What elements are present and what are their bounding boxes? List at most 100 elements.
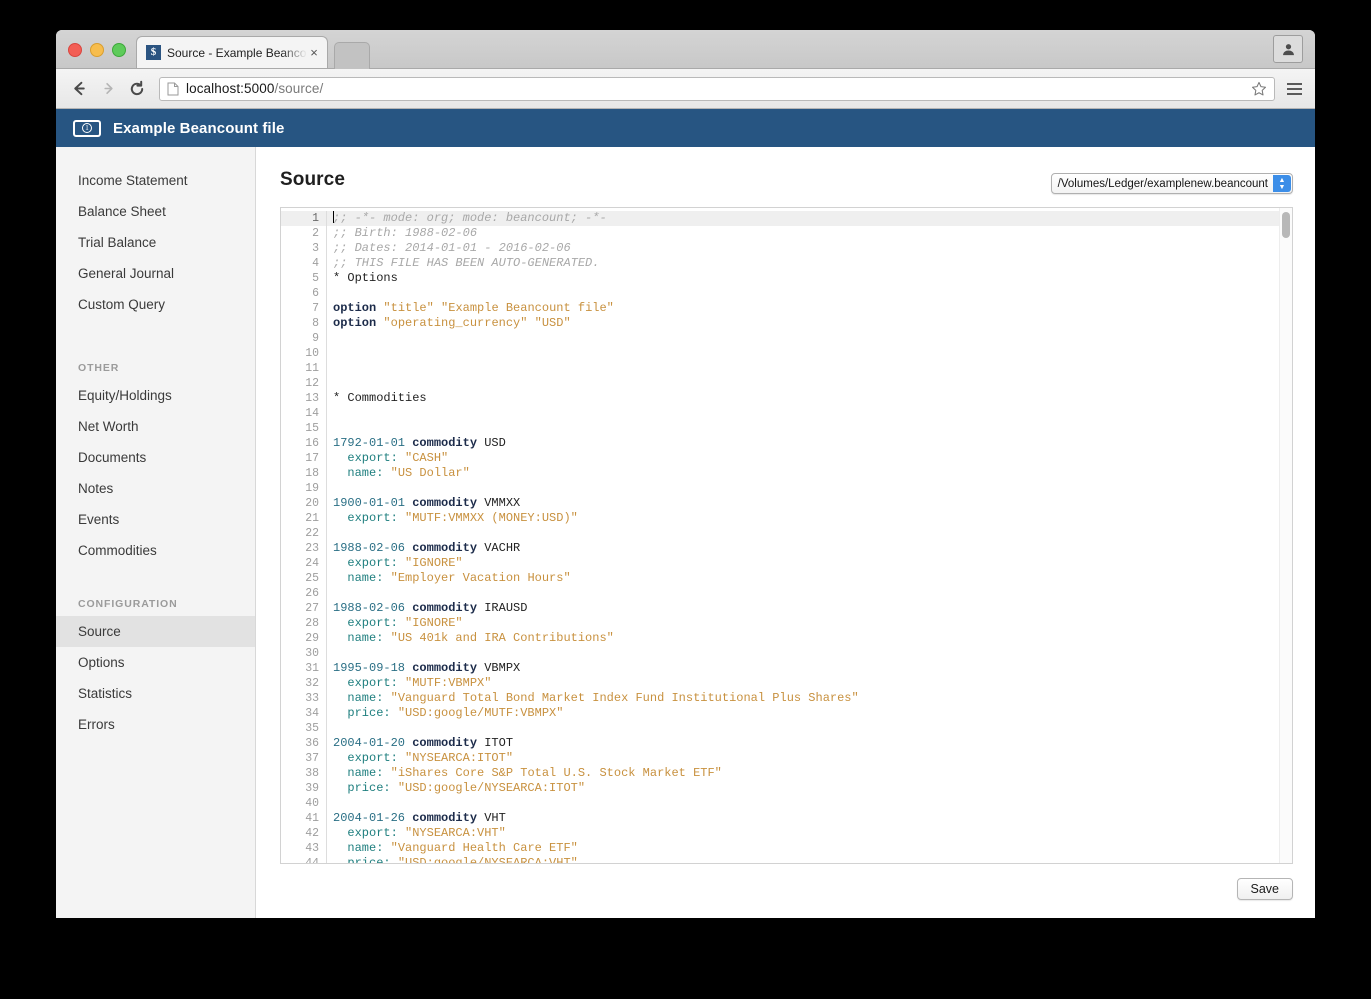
close-icon[interactable]: × bbox=[307, 45, 321, 60]
code-line[interactable]: 26 bbox=[281, 586, 1292, 601]
code-line-text[interactable]: option "operating_currency" "USD" bbox=[327, 316, 1292, 331]
browser-tab[interactable]: $ Source - Example Beancou × bbox=[136, 36, 328, 68]
code-line-text[interactable] bbox=[327, 376, 1292, 391]
code-line[interactable]: 362004-01-20 commodity ITOT bbox=[281, 736, 1292, 751]
code-line-text[interactable]: export: "CASH" bbox=[327, 451, 1292, 466]
code-line[interactable]: 201900-01-01 commodity VMMXX bbox=[281, 496, 1292, 511]
code-line[interactable]: 5* Options bbox=[281, 271, 1292, 286]
chevron-updown-icon[interactable]: ▲ ▼ bbox=[1273, 175, 1291, 192]
code-line-text[interactable] bbox=[327, 406, 1292, 421]
code-line-text[interactable]: price: "USD:google/MUTF:VBMPX" bbox=[327, 706, 1292, 721]
reload-icon[interactable] bbox=[124, 76, 150, 102]
code-line[interactable]: 4;; THIS FILE HAS BEEN AUTO-GENERATED. bbox=[281, 256, 1292, 271]
sidebar-item-options[interactable]: Options bbox=[56, 647, 255, 678]
code-line[interactable]: 43 name: "Vanguard Health Care ETF" bbox=[281, 841, 1292, 856]
code-line[interactable]: 25 name: "Employer Vacation Hours" bbox=[281, 571, 1292, 586]
code-line-text[interactable]: 1995-09-18 commodity VBMPX bbox=[327, 661, 1292, 676]
new-tab-button[interactable] bbox=[334, 42, 370, 69]
code-line[interactable]: 13* Commodities bbox=[281, 391, 1292, 406]
code-line[interactable]: 42 export: "NYSEARCA:VHT" bbox=[281, 826, 1292, 841]
code-line-text[interactable]: export: "MUTF:VMMXX (MONEY:USD)" bbox=[327, 511, 1292, 526]
code-line[interactable]: 1;; -*- mode: org; mode: beancount; -*- bbox=[281, 211, 1292, 226]
code-line-text[interactable]: export: "IGNORE" bbox=[327, 556, 1292, 571]
profile-icon[interactable] bbox=[1273, 35, 1303, 63]
code-line[interactable]: 18 name: "US Dollar" bbox=[281, 466, 1292, 481]
code-line-text[interactable] bbox=[327, 721, 1292, 736]
code-line-text[interactable]: export: "NYSEARCA:VHT" bbox=[327, 826, 1292, 841]
code-line[interactable]: 30 bbox=[281, 646, 1292, 661]
sidebar-item-custom-query[interactable]: Custom Query bbox=[56, 289, 255, 320]
code-line-text[interactable]: name: "Vanguard Total Bond Market Index … bbox=[327, 691, 1292, 706]
save-button[interactable]: Save bbox=[1237, 878, 1294, 900]
code-line-text[interactable]: option "title" "Example Beancount file" bbox=[327, 301, 1292, 316]
source-code-editor[interactable]: 1;; -*- mode: org; mode: beancount; -*- 2… bbox=[280, 207, 1293, 864]
code-line-text[interactable]: 1988-02-06 commodity VACHR bbox=[327, 541, 1292, 556]
code-line-text[interactable]: ;; -*- mode: org; mode: beancount; -*- bbox=[327, 211, 1292, 226]
code-line-text[interactable]: 1988-02-06 commodity IRAUSD bbox=[327, 601, 1292, 616]
code-line[interactable]: 271988-02-06 commodity IRAUSD bbox=[281, 601, 1292, 616]
sidebar-item-source[interactable]: Source bbox=[56, 616, 255, 647]
maximize-window-button[interactable] bbox=[112, 43, 126, 57]
code-line-text[interactable]: ;; THIS FILE HAS BEEN AUTO-GENERATED. bbox=[327, 256, 1292, 271]
code-line[interactable]: 35 bbox=[281, 721, 1292, 736]
code-line-text[interactable] bbox=[327, 346, 1292, 361]
sidebar-item-events[interactable]: Events bbox=[56, 504, 255, 535]
code-line[interactable]: 412004-01-26 commodity VHT bbox=[281, 811, 1292, 826]
code-line-text[interactable] bbox=[327, 361, 1292, 376]
code-line[interactable]: 44 price: "USD:google/NYSEARCA:VHT" bbox=[281, 856, 1292, 863]
minimize-window-button[interactable] bbox=[90, 43, 104, 57]
code-line[interactable]: 14 bbox=[281, 406, 1292, 421]
code-line-text[interactable]: * Options bbox=[327, 271, 1292, 286]
code-line-text[interactable]: price: "USD:google/NYSEARCA:ITOT" bbox=[327, 781, 1292, 796]
sidebar-item-documents[interactable]: Documents bbox=[56, 442, 255, 473]
code-line-text[interactable] bbox=[327, 646, 1292, 661]
code-line[interactable]: 37 export: "NYSEARCA:ITOT" bbox=[281, 751, 1292, 766]
code-line-text[interactable]: name: "iShares Core S&P Total U.S. Stock… bbox=[327, 766, 1292, 781]
code-line-text[interactable]: 1900-01-01 commodity VMMXX bbox=[327, 496, 1292, 511]
code-line[interactable]: 7option "title" "Example Beancount file" bbox=[281, 301, 1292, 316]
code-line[interactable]: 29 name: "US 401k and IRA Contributions" bbox=[281, 631, 1292, 646]
code-line-text[interactable]: export: "IGNORE" bbox=[327, 616, 1292, 631]
code-line-text[interactable]: name: "US 401k and IRA Contributions" bbox=[327, 631, 1292, 646]
code-line[interactable]: 40 bbox=[281, 796, 1292, 811]
code-line[interactable]: 32 export: "MUTF:VBMPX" bbox=[281, 676, 1292, 691]
star-icon[interactable] bbox=[1248, 81, 1270, 97]
code-line-text[interactable] bbox=[327, 331, 1292, 346]
code-line-text[interactable]: name: "Vanguard Health Care ETF" bbox=[327, 841, 1292, 856]
code-line[interactable]: 38 name: "iShares Core S&P Total U.S. St… bbox=[281, 766, 1292, 781]
sidebar-item-income-statement[interactable]: Income Statement bbox=[56, 165, 255, 196]
sidebar-item-net-worth[interactable]: Net Worth bbox=[56, 411, 255, 442]
code-line[interactable]: 6 bbox=[281, 286, 1292, 301]
code-line-text[interactable]: * Commodities bbox=[327, 391, 1292, 406]
code-line-text[interactable] bbox=[327, 526, 1292, 541]
code-area[interactable]: 1;; -*- mode: org; mode: beancount; -*- 2… bbox=[281, 208, 1292, 863]
sidebar-item-notes[interactable]: Notes bbox=[56, 473, 255, 504]
code-line-text[interactable]: 2004-01-20 commodity ITOT bbox=[327, 736, 1292, 751]
code-line[interactable]: 231988-02-06 commodity VACHR bbox=[281, 541, 1292, 556]
close-window-button[interactable] bbox=[68, 43, 82, 57]
code-line-text[interactable]: export: "MUTF:VBMPX" bbox=[327, 676, 1292, 691]
code-line[interactable]: 39 price: "USD:google/NYSEARCA:ITOT" bbox=[281, 781, 1292, 796]
code-line-text[interactable]: 2004-01-26 commodity VHT bbox=[327, 811, 1292, 826]
hamburger-menu-icon[interactable] bbox=[1283, 83, 1305, 95]
code-line-text[interactable]: 1792-01-01 commodity USD bbox=[327, 436, 1292, 451]
file-select[interactable]: /Volumes/Ledger/examplenew.beancount ▲ ▼ bbox=[1051, 173, 1293, 194]
code-line-text[interactable] bbox=[327, 286, 1292, 301]
sidebar-item-commodities[interactable]: Commodities bbox=[56, 535, 255, 566]
code-line-text[interactable]: ;; Birth: 1988-02-06 bbox=[327, 226, 1292, 241]
code-line[interactable]: 10 bbox=[281, 346, 1292, 361]
sidebar-item-balance-sheet[interactable]: Balance Sheet bbox=[56, 196, 255, 227]
back-arrow-icon[interactable] bbox=[66, 76, 92, 102]
code-line[interactable]: 17 export: "CASH" bbox=[281, 451, 1292, 466]
code-line-text[interactable] bbox=[327, 481, 1292, 496]
code-line-text[interactable]: export: "NYSEARCA:ITOT" bbox=[327, 751, 1292, 766]
code-line-text[interactable]: name: "Employer Vacation Hours" bbox=[327, 571, 1292, 586]
code-line-text[interactable]: ;; Dates: 2014-01-01 - 2016-02-06 bbox=[327, 241, 1292, 256]
code-line[interactable]: 15 bbox=[281, 421, 1292, 436]
address-bar[interactable]: localhost:5000/source/ bbox=[159, 77, 1275, 101]
vertical-scrollbar[interactable] bbox=[1279, 208, 1292, 863]
code-line[interactable]: 311995-09-18 commodity VBMPX bbox=[281, 661, 1292, 676]
code-line-text[interactable] bbox=[327, 421, 1292, 436]
code-line[interactable]: 8option "operating_currency" "USD" bbox=[281, 316, 1292, 331]
code-line-text[interactable] bbox=[327, 796, 1292, 811]
